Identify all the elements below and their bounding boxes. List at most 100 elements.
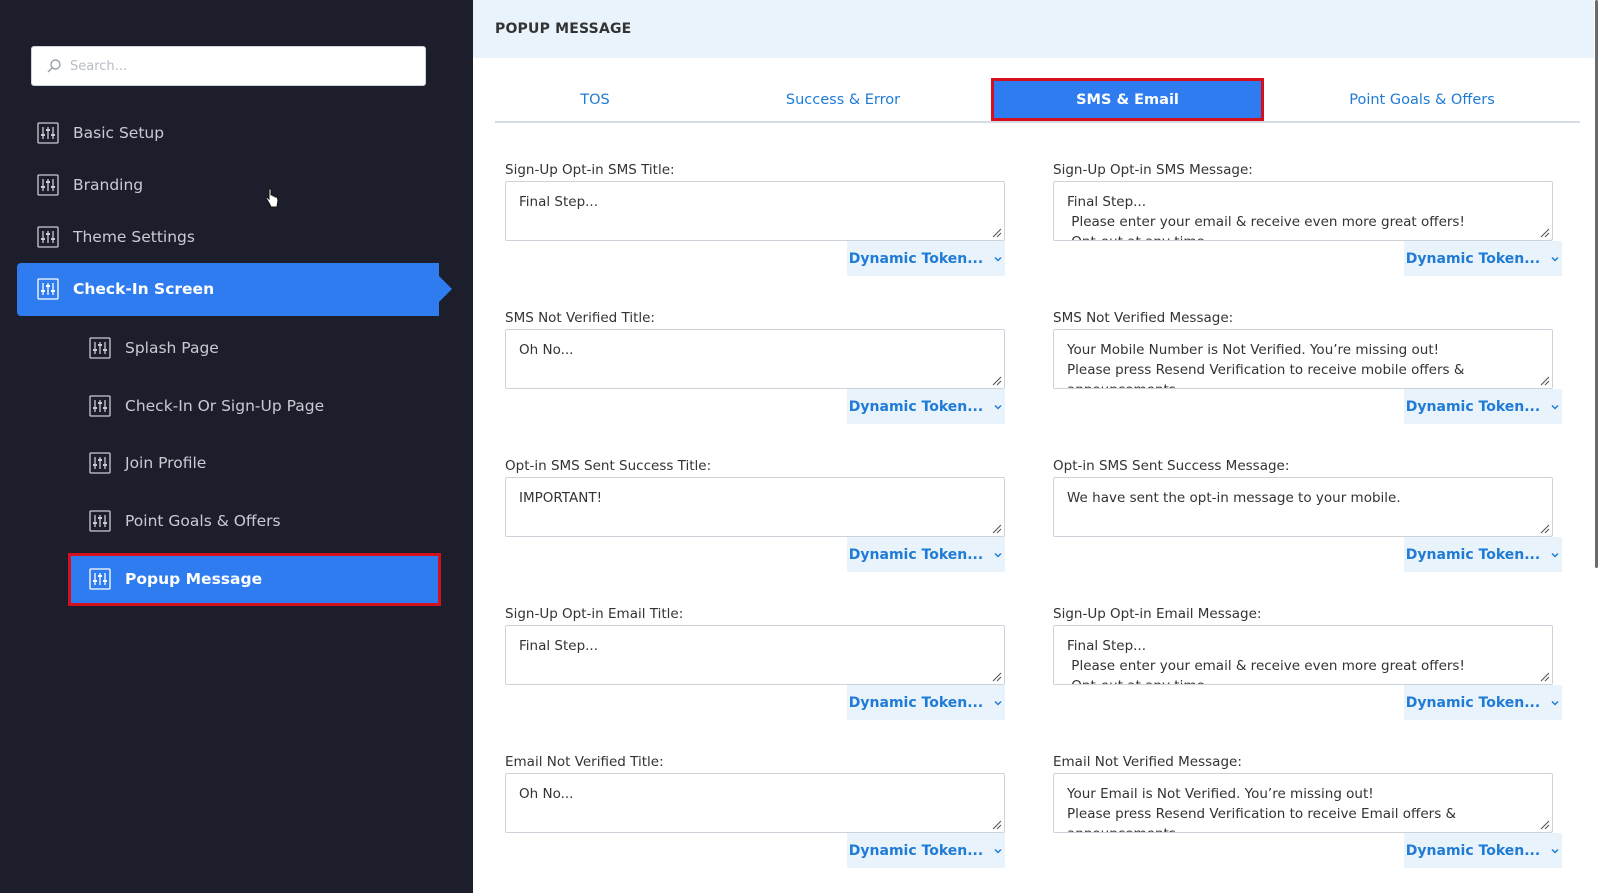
dynamic-token-dropdown[interactable]: Dynamic Token... <box>847 537 1005 572</box>
sidebar-subitem-label: Check-In Or Sign-Up Page <box>125 397 325 415</box>
dynamic-token-dropdown[interactable]: Dynamic Token... <box>1404 389 1562 424</box>
dynamic-token-label: Dynamic Token... <box>848 398 984 415</box>
sliders-icon <box>89 395 111 417</box>
search-box[interactable] <box>31 46 426 86</box>
resize-grip-icon[interactable] <box>1538 522 1550 534</box>
sidebar-subitem-label: Join Profile <box>125 454 207 472</box>
tab-tos[interactable]: TOS <box>495 78 695 121</box>
sms-sent-success-title-field[interactable]: IMPORTANT! <box>505 477 1005 537</box>
field-label: SMS Not Verified Message: <box>1053 310 1234 326</box>
sidebar-item-basic-setup[interactable]: Basic Setup <box>37 107 437 159</box>
field-value: Final Step... Please enter your email & … <box>1067 638 1465 684</box>
sms-sent-success-message-field[interactable]: We have sent the opt-in message to your … <box>1053 477 1553 537</box>
sms-not-verified-title-field[interactable]: Oh No... <box>505 329 1005 389</box>
page-title: POPUP MESSAGE <box>473 0 1600 58</box>
sidebar-item-label: Branding <box>73 176 144 194</box>
sidebar-subitem-splash-page[interactable]: Splash Page <box>89 322 429 374</box>
chevron-down-icon <box>994 256 1002 262</box>
sms-not-verified-message-field[interactable]: Your Mobile Number is Not Verified. You’… <box>1053 329 1553 389</box>
field-value: Your Email is Not Verified. You’re missi… <box>1067 786 1457 832</box>
dynamic-token-dropdown[interactable]: Dynamic Token... <box>1404 833 1562 868</box>
resize-grip-icon[interactable] <box>990 670 1002 682</box>
field-value: Oh No... <box>519 786 574 802</box>
dynamic-token-label: Dynamic Token... <box>1405 546 1541 563</box>
chevron-down-icon <box>1551 700 1559 706</box>
field-label: Sign-Up Opt-in SMS Title: <box>505 162 675 178</box>
tab-sms-email[interactable]: SMS & Email <box>991 78 1264 121</box>
email-not-verified-message-field[interactable]: Your Email is Not Verified. You’re missi… <box>1053 773 1553 833</box>
dynamic-token-dropdown[interactable]: Dynamic Token... <box>847 389 1005 424</box>
sms-title-field[interactable]: Final Step... <box>505 181 1005 241</box>
dynamic-token-label: Dynamic Token... <box>1405 842 1541 859</box>
sliders-icon <box>89 568 111 590</box>
sliders-icon <box>37 278 59 300</box>
sliders-icon <box>89 510 111 532</box>
sliders-icon <box>37 122 59 144</box>
chevron-down-icon <box>1551 404 1559 410</box>
sliders-icon <box>89 452 111 474</box>
resize-grip-icon[interactable] <box>1538 670 1550 682</box>
resize-grip-icon[interactable] <box>990 818 1002 830</box>
mouse-pointer-icon <box>265 188 279 208</box>
sidebar-subitem-point-goals-offers[interactable]: Point Goals & Offers <box>89 495 429 547</box>
field-label: Email Not Verified Message: <box>1053 754 1242 770</box>
dynamic-token-dropdown[interactable]: Dynamic Token... <box>1404 685 1562 720</box>
dynamic-token-label: Dynamic Token... <box>848 694 984 711</box>
resize-grip-icon[interactable] <box>1538 818 1550 830</box>
scrollbar-thumb[interactable] <box>1595 0 1598 568</box>
sliders-icon <box>37 226 59 248</box>
sidebar-item-label: Basic Setup <box>73 124 165 142</box>
field-value: Final Step... <box>519 638 599 654</box>
tab-bar: TOS Success & Error SMS & Email Point Go… <box>495 78 1580 123</box>
field-value: IMPORTANT! <box>519 490 602 506</box>
dynamic-token-dropdown[interactable]: Dynamic Token... <box>1404 537 1562 572</box>
search-icon <box>47 59 61 73</box>
field-value: Final Step... Please enter your email & … <box>1067 194 1465 240</box>
dynamic-token-dropdown[interactable]: Dynamic Token... <box>847 833 1005 868</box>
email-title-field[interactable]: Final Step... <box>505 625 1005 685</box>
chevron-down-icon <box>1551 848 1559 854</box>
dynamic-token-dropdown[interactable]: Dynamic Token... <box>1404 241 1562 276</box>
sidebar-item-theme-settings[interactable]: Theme Settings <box>37 211 437 263</box>
scrollbar[interactable] <box>1594 0 1600 893</box>
sidebar: Basic Setup Branding Theme Settings Chec… <box>0 0 473 893</box>
sidebar-subitem-popup-message[interactable]: Popup Message <box>89 553 429 605</box>
chevron-down-icon <box>994 552 1002 558</box>
dynamic-token-label: Dynamic Token... <box>848 250 984 267</box>
field-value: Final Step... <box>519 194 599 210</box>
sidebar-subitem-join-profile[interactable]: Join Profile <box>89 437 429 489</box>
field-value: We have sent the opt-in message to your … <box>1067 490 1401 506</box>
chevron-down-icon <box>994 848 1002 854</box>
field-label: Sign-Up Opt-in Email Message: <box>1053 606 1262 622</box>
tab-point-goals-offers[interactable]: Point Goals & Offers <box>1264 78 1580 121</box>
resize-grip-icon[interactable] <box>990 522 1002 534</box>
main-panel: POPUP MESSAGE TOS Success & Error SMS & … <box>473 0 1600 893</box>
field-label: Opt-in SMS Sent Success Message: <box>1053 458 1290 474</box>
tab-success-error[interactable]: Success & Error <box>695 78 991 121</box>
field-label: Opt-in SMS Sent Success Title: <box>505 458 712 474</box>
search-input[interactable] <box>70 58 400 74</box>
chevron-down-icon <box>1551 552 1559 558</box>
sidebar-subitem-label: Splash Page <box>125 339 219 357</box>
email-not-verified-title-field[interactable]: Oh No... <box>505 773 1005 833</box>
field-label: Sign-Up Opt-in SMS Message: <box>1053 162 1253 178</box>
sidebar-item-branding[interactable]: Branding <box>37 159 437 211</box>
dynamic-token-label: Dynamic Token... <box>1405 398 1541 415</box>
dynamic-token-label: Dynamic Token... <box>1405 694 1541 711</box>
field-label: Sign-Up Opt-in Email Title: <box>505 606 684 622</box>
resize-grip-icon[interactable] <box>990 226 1002 238</box>
resize-grip-icon[interactable] <box>990 374 1002 386</box>
sidebar-item-label: Check-In Screen <box>73 280 215 298</box>
dynamic-token-dropdown[interactable]: Dynamic Token... <box>847 241 1005 276</box>
field-label: Email Not Verified Title: <box>505 754 664 770</box>
resize-grip-icon[interactable] <box>1538 374 1550 386</box>
resize-grip-icon[interactable] <box>1538 226 1550 238</box>
dynamic-token-label: Dynamic Token... <box>1405 250 1541 267</box>
field-value: Oh No... <box>519 342 574 358</box>
sidebar-subitem-check-in-or-sign-up[interactable]: Check-In Or Sign-Up Page <box>89 380 429 432</box>
sidebar-item-check-in-screen[interactable]: Check-In Screen <box>37 263 437 315</box>
dynamic-token-dropdown[interactable]: Dynamic Token... <box>847 685 1005 720</box>
sms-message-field[interactable]: Final Step... Please enter your email & … <box>1053 181 1553 241</box>
email-message-field[interactable]: Final Step... Please enter your email & … <box>1053 625 1553 685</box>
field-value: Your Mobile Number is Not Verified. You’… <box>1067 342 1465 388</box>
